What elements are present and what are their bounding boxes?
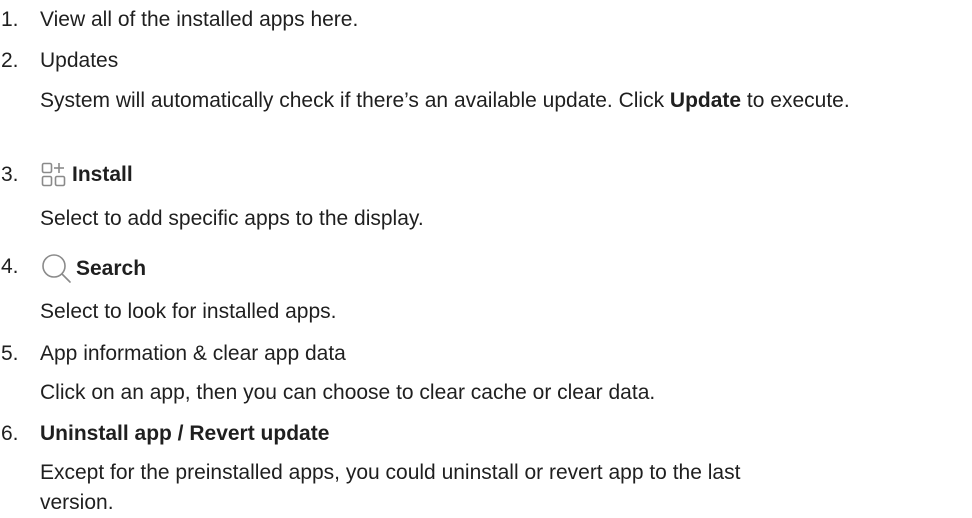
install-apps-icon <box>41 162 66 186</box>
item-title: View all of the installed apps here. <box>40 8 359 31</box>
item-number: 1. <box>1 8 19 31</box>
item-title: Search <box>76 256 147 280</box>
update-keyword: Update <box>669 89 742 112</box>
item-title-wrapper: Install <box>40 160 133 189</box>
item-description-6: Except for the preinstalled apps, you co… <box>40 461 741 514</box>
item-number: 6. <box>1 422 19 445</box>
description-text: System will automatically check if there… <box>40 89 670 112</box>
description-text: to execute. <box>741 89 850 112</box>
item-title: Install <box>72 163 133 186</box>
document-page: 1. View all of the installed apps here. … <box>0 0 972 514</box>
item-description-5: Click on an app, then you can choose to … <box>40 381 656 404</box>
item-number: 5. <box>1 342 19 365</box>
search-icon <box>42 254 71 283</box>
item-number: 3. <box>1 163 19 186</box>
item-description-4: Select to look for installed apps. <box>40 300 337 323</box>
item-description-2: System will automatically check if there… <box>40 86 965 116</box>
item-title: Uninstall app / Revert update <box>40 422 330 445</box>
item-description-3: Select to add specific apps to the displ… <box>40 207 424 230</box>
item-number: 2. <box>1 49 19 72</box>
item-title: App information & clear app data <box>40 342 346 365</box>
item-title-wrapper: Search <box>40 252 146 284</box>
item-title: Updates <box>40 49 119 72</box>
item-number: 4. <box>1 255 19 278</box>
